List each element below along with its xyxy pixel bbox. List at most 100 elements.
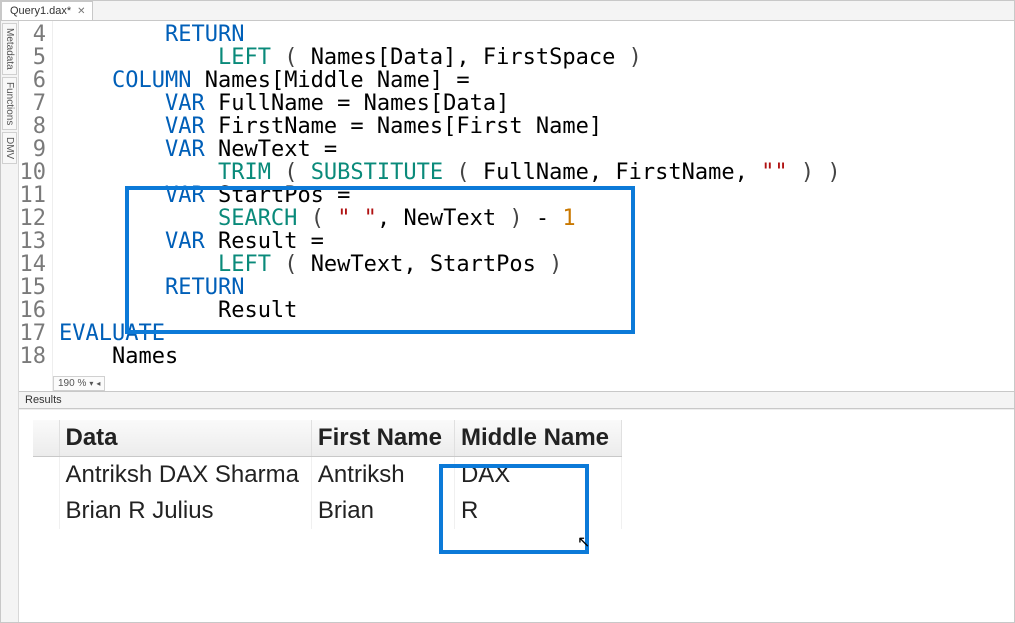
line-number: 6 xyxy=(33,68,46,93)
tab-title: Query1.dax* xyxy=(10,5,71,17)
table-row[interactable]: Brian R Julius Brian R xyxy=(33,493,622,529)
ident: FullName = Names[Data] xyxy=(218,91,509,116)
row-selector[interactable] xyxy=(33,493,59,529)
line-number: 14 xyxy=(20,252,47,277)
line-number: 8 xyxy=(33,114,46,139)
results-title: Results xyxy=(25,394,62,406)
line-number: 16 xyxy=(20,298,47,323)
comma: , xyxy=(456,45,469,70)
ident: FirstName xyxy=(615,160,734,185)
keyword-return: RETURN xyxy=(165,275,244,300)
rparen: ) xyxy=(827,160,840,185)
tab-query1[interactable]: Query1.dax* ✕ xyxy=(1,1,93,20)
main-column: 4 5 6 7 8 9 10 11 12 13 14 15 16 17 18 R… xyxy=(19,21,1014,622)
line-number-gutter: 4 5 6 7 8 9 10 11 12 13 14 15 16 17 18 xyxy=(19,21,53,391)
cell-data[interactable]: Brian R Julius xyxy=(59,493,311,529)
close-icon[interactable]: ✕ xyxy=(77,6,85,17)
body-row: Metadata Functions DMV 4 5 6 7 8 9 10 11… xyxy=(1,21,1014,622)
keyword-var: VAR xyxy=(165,91,205,116)
results-table[interactable]: Data First Name Middle Name Antriksh DAX… xyxy=(33,420,622,529)
chevron-down-icon: ▾ xyxy=(89,379,93,388)
ident: NewText = xyxy=(218,137,337,162)
func-trim: TRIM xyxy=(218,160,271,185)
func-search: SEARCH xyxy=(218,206,297,231)
number-literal: 1 xyxy=(562,206,575,231)
ident: FirstSpace xyxy=(483,45,615,70)
code-editor[interactable]: 4 5 6 7 8 9 10 11 12 13 14 15 16 17 18 R… xyxy=(19,21,1014,391)
code-content[interactable]: RETURN LEFT ( Names[Data], FirstSpace ) … xyxy=(53,21,1014,391)
keyword-var: VAR xyxy=(165,114,205,139)
keyword-var: VAR xyxy=(165,183,205,208)
main-window: Query1.dax* ✕ Metadata Functions DMV 4 5… xyxy=(0,0,1015,623)
keyword-column: COLUMN xyxy=(112,68,191,93)
operator: - xyxy=(523,206,563,231)
keyword-evaluate: EVALUATE xyxy=(59,321,165,346)
row-selector[interactable] xyxy=(33,457,59,494)
ident: Result xyxy=(218,298,297,323)
chevron-left-icon: ◂ xyxy=(96,379,100,388)
comma: , xyxy=(377,206,390,231)
cell-middlename[interactable]: DAX xyxy=(454,457,621,494)
line-number: 9 xyxy=(33,137,46,162)
func-left: LEFT xyxy=(218,45,271,70)
line-number: 4 xyxy=(33,22,46,47)
cell-firstname[interactable]: Antriksh xyxy=(311,457,454,494)
keyword-return: RETURN xyxy=(165,22,244,47)
table-row[interactable]: Antriksh DAX Sharma Antriksh DAX xyxy=(33,457,622,494)
results-panel: Data First Name Middle Name Antriksh DAX… xyxy=(19,409,1014,622)
zoom-indicator[interactable]: 190 % ▾ ◂ xyxy=(53,376,105,391)
rail-dmv[interactable]: DMV xyxy=(2,132,17,164)
line-number: 15 xyxy=(20,275,47,300)
results-panel-header[interactable]: Results xyxy=(19,391,1014,409)
lparen: ( xyxy=(284,45,297,70)
ident: FullName xyxy=(483,160,589,185)
ident: StartPos = xyxy=(218,183,350,208)
rail-functions[interactable]: Functions xyxy=(2,77,17,130)
ident: Names[Data] xyxy=(311,45,457,70)
ident: Names xyxy=(112,344,178,369)
cell-firstname[interactable]: Brian xyxy=(311,493,454,529)
ident: FirstName = Names[First Name] xyxy=(218,114,602,139)
line-number: 13 xyxy=(20,229,47,254)
rparen: ) xyxy=(549,252,562,277)
zoom-value: 190 % xyxy=(58,378,86,389)
side-rail: Metadata Functions DMV xyxy=(1,21,19,622)
column-header-data[interactable]: Data xyxy=(59,420,311,457)
ident: StartPos xyxy=(430,252,536,277)
tab-strip: Query1.dax* ✕ xyxy=(1,1,1014,21)
line-number: 10 xyxy=(20,160,47,185)
rparen: ) xyxy=(629,45,642,70)
cell-data[interactable]: Antriksh DAX Sharma xyxy=(59,457,311,494)
line-number: 5 xyxy=(33,45,46,70)
line-number: 7 xyxy=(33,91,46,116)
keyword-var: VAR xyxy=(165,229,205,254)
lparen: ( xyxy=(284,160,297,185)
lparen: ( xyxy=(284,252,297,277)
func-left: LEFT xyxy=(218,252,271,277)
rparen: ) xyxy=(509,206,522,231)
comma: , xyxy=(735,160,748,185)
func-substitute: SUBSTITUTE xyxy=(311,160,443,185)
line-number: 17 xyxy=(20,321,47,346)
lparen: ( xyxy=(456,160,469,185)
rparen: ) xyxy=(801,160,814,185)
keyword-var: VAR xyxy=(165,137,205,162)
column-header-middlename[interactable]: Middle Name xyxy=(454,420,621,457)
column-header-firstname[interactable]: First Name xyxy=(311,420,454,457)
line-number: 11 xyxy=(20,183,47,208)
comma: , xyxy=(403,252,416,277)
cell-middlename[interactable]: R xyxy=(454,493,621,529)
line-number: 18 xyxy=(20,344,47,369)
ident: Names[Middle Name] = xyxy=(205,68,470,93)
rail-metadata[interactable]: Metadata xyxy=(2,23,17,75)
comma: , xyxy=(589,160,602,185)
line-number: 12 xyxy=(20,206,47,231)
ident: Result = xyxy=(218,229,324,254)
ident: NewText xyxy=(403,206,496,231)
ident: NewText xyxy=(311,252,404,277)
string-literal: "" xyxy=(761,160,788,185)
lparen: ( xyxy=(311,206,324,231)
table-header-row: Data First Name Middle Name xyxy=(33,420,622,457)
cursor-icon: ↖ xyxy=(577,532,590,552)
row-selector-header[interactable] xyxy=(33,420,59,457)
